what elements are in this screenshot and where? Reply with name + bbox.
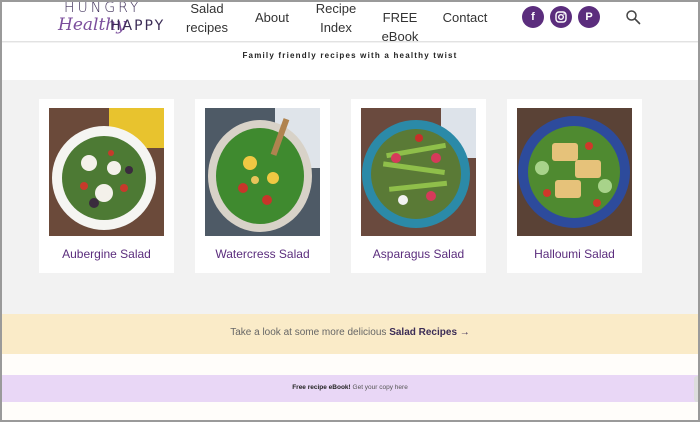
recipe-title[interactable]: Aubergine Salad — [39, 247, 174, 261]
site-logo[interactable]: HUNGRY Healthy HAPPY — [58, 0, 163, 40]
recipe-image[interactable] — [49, 108, 164, 236]
recipe-card[interactable]: Asparagus Salad — [351, 99, 486, 273]
nav-salad-recipes[interactable]: Salad recipes — [182, 0, 232, 37]
recipe-card[interactable]: Aubergine Salad — [39, 99, 174, 273]
recipe-title[interactable]: Halloumi Salad — [507, 247, 642, 261]
pinterest-icon[interactable]: P — [578, 6, 600, 28]
recipe-card[interactable]: Halloumi Salad — [507, 99, 642, 273]
instagram-icon[interactable] — [550, 6, 572, 28]
logo-happy: HAPPY — [110, 18, 166, 34]
recipe-image[interactable] — [517, 108, 632, 236]
recipe-card[interactable]: Watercress Salad — [195, 99, 330, 273]
page-bottom — [2, 402, 698, 420]
ebook-link[interactable]: Get your copy here — [351, 384, 408, 391]
tagline-bar: Family friendly recipes with a healthy t… — [2, 43, 698, 80]
more-recipes-banner: Take a look at some more delicious Salad… — [2, 314, 698, 354]
recipe-title[interactable]: Watercress Salad — [195, 247, 330, 261]
facebook-icon[interactable]: f — [522, 6, 544, 28]
ebook-strong: Free recipe eBook! — [292, 384, 351, 391]
ebook-text[interactable]: Free recipe eBook! Get your copy here — [2, 384, 698, 391]
search-icon[interactable] — [625, 9, 641, 25]
salad-recipes-link[interactable]: Salad Recipes → — [389, 327, 470, 338]
recipe-image[interactable] — [205, 108, 320, 236]
more-recipes-text: Take a look at some more delicious Salad… — [230, 327, 470, 338]
recipe-title[interactable]: Asparagus Salad — [351, 247, 486, 261]
nav-contact[interactable]: Contact — [440, 8, 490, 27]
nav-recipe-index[interactable]: Recipe Index — [312, 0, 360, 37]
site-tagline: Family friendly recipes with a healthy t… — [242, 51, 458, 60]
nav-about[interactable]: About — [251, 8, 293, 27]
ebook-banner[interactable]: Free recipe eBook! Get your copy here — [2, 375, 698, 402]
recipe-image[interactable] — [361, 108, 476, 236]
section-spacer — [2, 354, 698, 375]
nav-free-ebook[interactable]: FREE eBook — [366, 8, 434, 46]
scroll-handle[interactable] — [694, 376, 700, 402]
logo-hungry: HUNGRY — [64, 0, 142, 16]
site-header: HUNGRY Healthy HAPPY Salad recipes About … — [2, 0, 698, 44]
